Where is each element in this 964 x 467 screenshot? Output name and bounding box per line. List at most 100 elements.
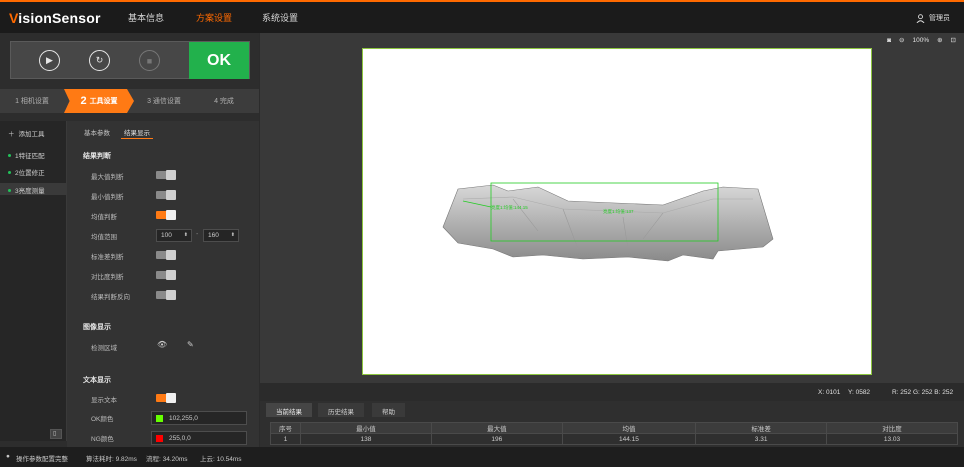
tree-item[interactable]: 3亮度测量	[8, 185, 45, 195]
coord-y: Y: 0582	[848, 389, 871, 396]
image-canvas[interactable]: 亮度1:均值:144.15 亮度1:均值:137	[362, 48, 872, 375]
step-finish[interactable]: 4 完成	[194, 89, 254, 113]
camera-icon[interactable]: ◙	[887, 37, 891, 44]
row-label: 均值判断	[91, 214, 117, 221]
user-menu[interactable]: 管理员	[916, 13, 950, 23]
ng-color-picker[interactable]: 255,0,0	[151, 431, 247, 445]
tab-current-result[interactable]: 当前结果	[266, 403, 312, 417]
spinner-icon: ⬍	[230, 232, 235, 238]
table-cell: 196	[430, 433, 563, 445]
delete-tool-button[interactable]: ▯	[50, 429, 62, 439]
col-header: 最大值	[430, 422, 563, 434]
play-button[interactable]: ▶	[39, 50, 60, 71]
section-image-display: 图像显示	[83, 324, 111, 331]
col-header: 标准差	[695, 422, 828, 434]
row-label: 结果判断反向	[91, 294, 130, 301]
table-cell: 3.31	[695, 433, 828, 445]
table-cell: 144.15	[561, 433, 697, 445]
left-panel: ▶ ↻ ■ OK 1 相机设置 2 工具设置 3 通信设置 4 完成 ＋添加工具 …	[0, 33, 259, 467]
nav-system-settings[interactable]: 系统设置	[262, 11, 298, 24]
tab-result-display[interactable]: 结果显示	[121, 126, 153, 139]
range-max-input[interactable]: 160 ⬍	[203, 229, 239, 242]
step-tools[interactable]: 2 工具设置	[64, 89, 134, 113]
status-mode: 操作参数配置完整	[16, 456, 68, 463]
step-camera[interactable]: 1 相机设置	[0, 89, 64, 113]
pixel-readout: X: 0101 Y: 0582 R: 252 G: 252 B: 252	[260, 389, 964, 401]
measure-label-1: 亮度1:均值:144.15	[491, 204, 528, 211]
ng-color-swatch	[156, 434, 163, 442]
status-total-time: 上云: 10.54ms	[200, 456, 242, 463]
trash-icon: ▯	[53, 431, 57, 437]
section-result-judgement: 结果判断	[83, 153, 111, 160]
tab-help[interactable]: 帮助	[372, 403, 405, 417]
invert-judge-toggle[interactable]	[156, 290, 176, 300]
mean-judge-toggle[interactable]	[156, 210, 176, 220]
table-cell: 138	[300, 433, 432, 445]
table-cell: 1	[270, 433, 301, 445]
status-dot	[8, 170, 11, 174]
contrast-judge-toggle[interactable]	[156, 270, 176, 280]
results-table: 序号 最小值 最大值 均值 标准差 对比度 1 138 196 144.15 3…	[270, 422, 958, 445]
measure-label-2: 亮度1:均值:137	[603, 208, 634, 215]
loop-icon: ↻	[95, 55, 104, 65]
status-algo-time: 算法耗时: 9.82ms	[86, 456, 137, 463]
plus-icon: ＋	[8, 131, 15, 138]
row-label: 最小值判断	[91, 194, 124, 201]
row-label: 均值范围	[91, 234, 117, 241]
ok-status: OK	[189, 42, 249, 79]
row-label: 最大值判断	[91, 174, 124, 181]
top-bar: VisionSensor 基本信息 方案设置 系统设置 管理员	[0, 0, 964, 33]
row-label: 标准差判断	[91, 254, 124, 261]
detect-region-label: 检测区域	[91, 345, 117, 352]
status-dot	[8, 153, 11, 157]
nav-scheme-settings[interactable]: 方案设置	[196, 11, 232, 24]
pencil-icon[interactable]: ✎	[187, 340, 194, 349]
tool-tree: ＋添加工具 1特征匹配 2位置修正 3亮度测量 ▯	[0, 121, 67, 441]
status-flow-time: 流程: 34.20ms	[146, 456, 188, 463]
spinner-icon: ⬍	[183, 232, 188, 238]
eye-icon[interactable]: 👁	[157, 340, 167, 349]
table-row[interactable]: 1 138 196 144.15 3.31 13.03	[270, 433, 958, 445]
stop-button[interactable]: ■	[139, 50, 160, 71]
zoom-out-icon[interactable]: ⊖	[899, 36, 904, 44]
range-separator: -	[196, 231, 199, 238]
section-text-display: 文本显示	[83, 377, 111, 384]
zoom-level: 100%	[912, 36, 930, 44]
col-header: 最小值	[300, 422, 432, 434]
zoom-in-icon[interactable]: ⊕	[937, 36, 942, 44]
rgb-value: R: 252 G: 252 B: 252	[892, 389, 954, 396]
ok-color-label: OK颜色	[91, 416, 114, 423]
wizard-steps: 1 相机设置 2 工具设置 3 通信设置 4 完成	[0, 89, 259, 113]
add-tool-button[interactable]: ＋添加工具	[8, 128, 45, 138]
col-header: 对比度	[826, 422, 958, 434]
stop-icon: ■	[146, 55, 153, 66]
min-judge-toggle[interactable]	[156, 190, 176, 200]
coord-x: X: 0101	[818, 389, 841, 396]
col-header: 均值	[561, 422, 697, 434]
loop-run-button[interactable]: ↻	[89, 50, 110, 71]
range-min-input[interactable]: 100 ⬍	[156, 229, 192, 242]
tool-settings-panel: 基本参数 结果显示 结果判断 最大值判断 最小值判断 均值判断 均值范围 100…	[67, 121, 259, 467]
step-comm[interactable]: 3 通信设置	[134, 89, 194, 113]
tab-basic-params[interactable]: 基本参数	[81, 126, 113, 138]
ok-color-swatch	[156, 414, 163, 422]
user-name: 管理员	[929, 15, 950, 22]
tree-item[interactable]: 2位置修正	[8, 167, 45, 177]
col-header: 序号	[270, 422, 301, 434]
show-text-toggle[interactable]	[156, 393, 176, 403]
std-judge-toggle[interactable]	[156, 250, 176, 260]
status-bar: ● 操作参数配置完整 算法耗时: 9.82ms 流程: 34.20ms 上云: …	[0, 447, 964, 467]
zoom-toolbar: ◙ ⊖ 100% ⊕ ⊡	[887, 36, 956, 45]
tree-item[interactable]: 1特征匹配	[8, 150, 45, 160]
max-judge-toggle[interactable]	[156, 170, 176, 180]
image-viewer: ◙ ⊖ 100% ⊕ ⊡ 亮度1:均值:144.15 亮度1:均值:137	[260, 33, 964, 383]
tab-history-result[interactable]: 历史结果	[318, 403, 364, 417]
ok-color-picker[interactable]: 102,255,0	[151, 411, 247, 425]
status-dot	[8, 188, 11, 192]
table-cell: 13.03	[826, 433, 958, 445]
ng-color-label: NG颜色	[91, 436, 114, 443]
nav-basic-info[interactable]: 基本信息	[128, 11, 164, 24]
run-controls: ▶ ↻ ■ OK	[10, 41, 250, 79]
results-panel: 当前结果 历史结果 帮助 序号 最小值 最大值 均值 标准差 对比度 1 138…	[260, 401, 964, 447]
fit-window-icon[interactable]: ⊡	[951, 36, 956, 44]
